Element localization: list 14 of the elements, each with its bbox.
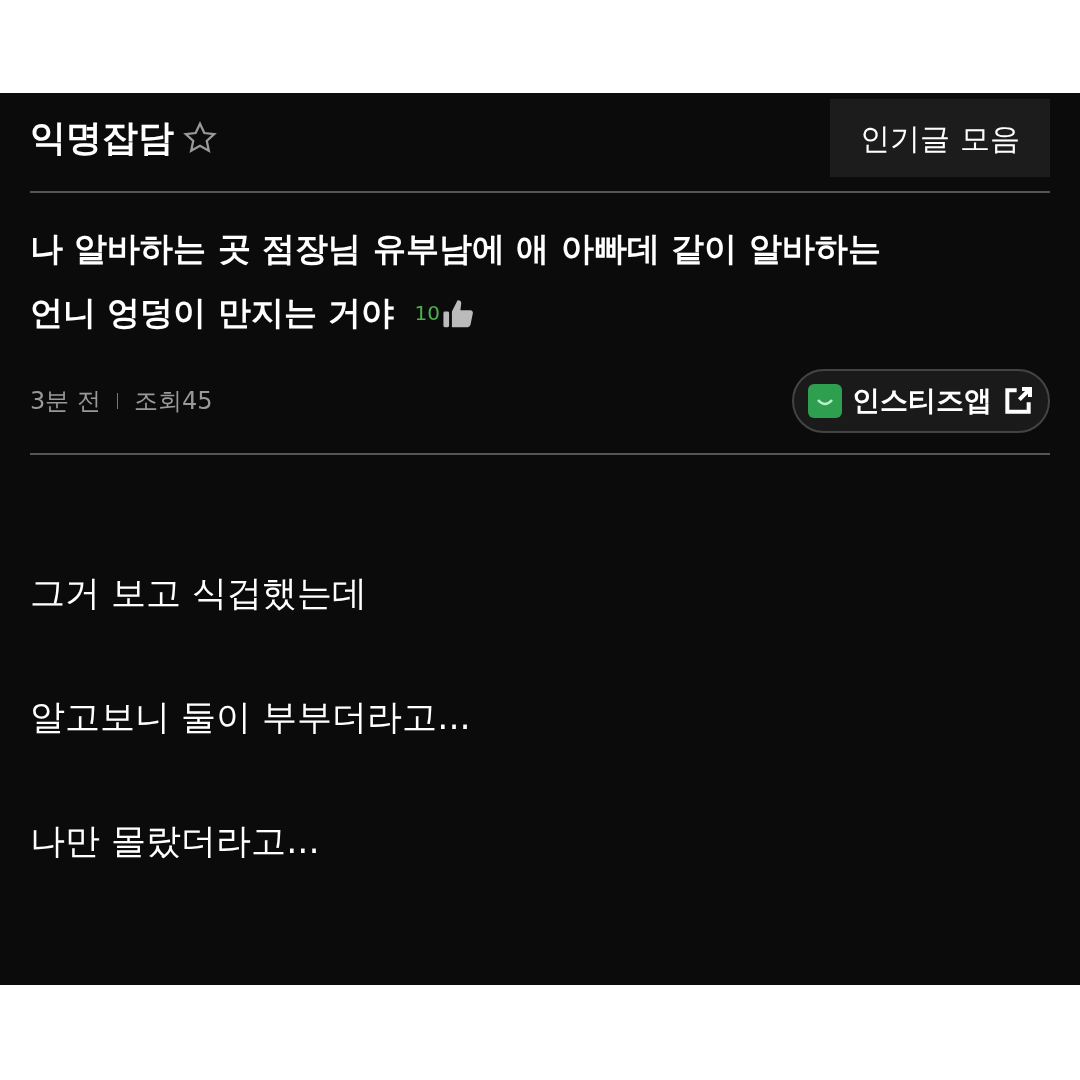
like-count: 10 <box>414 300 440 327</box>
post-title-line: 나 알바하는 곳 점장님 유부남에 애 아빠데 같이 알바하는 <box>30 228 881 271</box>
post-title-line: 언니 엉덩이 만지는 거야 <box>30 292 395 335</box>
thumbs-up-icon[interactable] <box>441 297 476 329</box>
popular-posts-button[interactable]: 인기글 모음 <box>830 99 1050 177</box>
app-link-button[interactable]: 인스티즈앱 <box>792 369 1050 433</box>
post-time: 3분 전 <box>30 386 101 417</box>
external-link-icon <box>1002 385 1034 417</box>
body-paragraph: 나만 몰랐더라고... <box>30 821 321 861</box>
view-count: 조회45 <box>133 386 213 417</box>
body-paragraph: 알고보니 둘이 부부더라고... <box>30 697 472 737</box>
body-paragraph: 그거 보고 식겁했는데 <box>30 573 369 613</box>
app-logo-icon <box>808 384 842 418</box>
board-title: 익명잡담 <box>30 116 174 160</box>
